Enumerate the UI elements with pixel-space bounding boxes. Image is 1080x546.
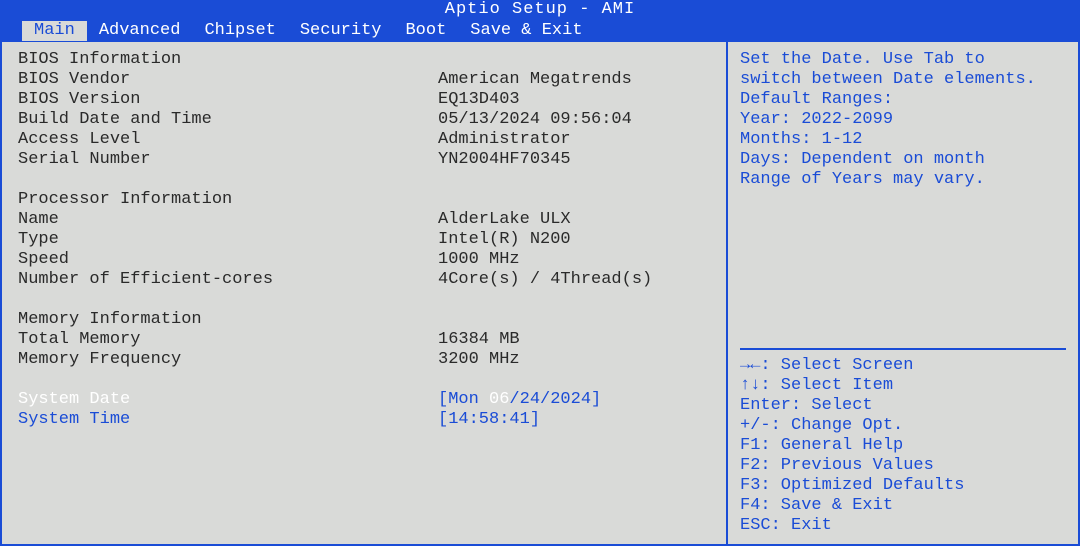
hint-f4: F4: Save & Exit xyxy=(740,496,1066,516)
system-date-row[interactable]: System Date [Mon 06/24/2024] xyxy=(18,390,710,410)
menu-bar: Main Advanced Chipset Security Boot Save… xyxy=(0,20,1080,42)
help-line: Range of Years may vary. xyxy=(740,170,1066,190)
system-date-label: System Date xyxy=(18,390,438,410)
menu-tab-boot[interactable]: Boot xyxy=(393,21,458,41)
help-line: Months: 1-12 xyxy=(740,130,1066,150)
body: BIOS Information BIOS Vendor American Me… xyxy=(0,42,1080,546)
build-date-row: Build Date and Time 05/13/2024 09:56:04 xyxy=(18,110,710,130)
help-line: Year: 2022-2099 xyxy=(740,110,1066,130)
system-time-value[interactable]: [14:58:41] xyxy=(438,410,540,430)
help-description: Set the Date. Use Tab to switch between … xyxy=(740,50,1066,190)
build-date-label: Build Date and Time xyxy=(18,110,438,130)
hint-select-item: ↑↓: Select Item xyxy=(740,376,1066,396)
hint-enter: Enter: Select xyxy=(740,396,1066,416)
mem-freq-value: 3200 MHz xyxy=(438,350,520,370)
proc-type-value: Intel(R) N200 xyxy=(438,230,571,250)
hint-select-screen: →←: Select Screen xyxy=(740,356,1066,376)
system-time-label: System Time xyxy=(18,410,438,430)
menu-tab-main[interactable]: Main xyxy=(22,21,87,41)
bios-vendor-row: BIOS Vendor American Megatrends xyxy=(18,70,710,90)
mem-total-row: Total Memory 16384 MB xyxy=(18,330,710,350)
menu-tab-chipset[interactable]: Chipset xyxy=(192,21,287,41)
main-panel: BIOS Information BIOS Vendor American Me… xyxy=(2,42,728,544)
proc-ecores-label: Number of Efficient-cores xyxy=(18,270,438,290)
help-panel: Set the Date. Use Tab to switch between … xyxy=(728,42,1078,544)
access-level-row: Access Level Administrator xyxy=(18,130,710,150)
mem-freq-row: Memory Frequency 3200 MHz xyxy=(18,350,710,370)
hint-f3: F3: Optimized Defaults xyxy=(740,476,1066,496)
help-line: switch between Date elements. xyxy=(740,70,1066,90)
access-level-label: Access Level xyxy=(18,130,438,150)
memory-info-header: Memory Information xyxy=(18,310,710,330)
proc-speed-value: 1000 MHz xyxy=(438,250,520,270)
serial-label: Serial Number xyxy=(18,150,438,170)
proc-name-value: AlderLake ULX xyxy=(438,210,571,230)
bios-screen: Aptio Setup - AMI Main Advanced Chipset … xyxy=(0,0,1080,546)
build-date-value: 05/13/2024 09:56:04 xyxy=(438,110,632,130)
serial-value: YN2004HF70345 xyxy=(438,150,571,170)
menu-tab-save-exit[interactable]: Save & Exit xyxy=(458,21,594,41)
proc-ecores-value: 4Core(s) / 4Thread(s) xyxy=(438,270,652,290)
bios-info-header: BIOS Information xyxy=(18,50,710,70)
app-title: Aptio Setup - AMI xyxy=(445,0,635,19)
hint-esc: ESC: Exit xyxy=(740,516,1066,536)
help-line: Days: Dependent on month xyxy=(740,150,1066,170)
spacer xyxy=(18,290,710,310)
help-keys: →←: Select Screen ↑↓: Select Item Enter:… xyxy=(740,348,1066,536)
processor-info-header: Processor Information xyxy=(18,190,710,210)
system-date-month-field[interactable]: 06 xyxy=(489,390,509,409)
mem-total-label: Total Memory xyxy=(18,330,438,350)
proc-name-row: Name AlderLake ULX xyxy=(18,210,710,230)
access-level-value: Administrator xyxy=(438,130,571,150)
proc-type-label: Type xyxy=(18,230,438,250)
spacer xyxy=(18,370,710,390)
mem-freq-label: Memory Frequency xyxy=(18,350,438,370)
serial-row: Serial Number YN2004HF70345 xyxy=(18,150,710,170)
hint-f1: F1: General Help xyxy=(740,436,1066,456)
mem-total-value: 16384 MB xyxy=(438,330,520,350)
system-date-value[interactable]: [Mon 06/24/2024] xyxy=(438,390,601,410)
help-line: Set the Date. Use Tab to xyxy=(740,50,1066,70)
title-bar: Aptio Setup - AMI xyxy=(0,0,1080,20)
menu-tab-security[interactable]: Security xyxy=(288,21,394,41)
proc-speed-label: Speed xyxy=(18,250,438,270)
bios-version-row: BIOS Version EQ13D403 xyxy=(18,90,710,110)
proc-ecores-row: Number of Efficient-cores 4Core(s) / 4Th… xyxy=(18,270,710,290)
help-line: Default Ranges: xyxy=(740,90,1066,110)
hint-change-opt: +/-: Change Opt. xyxy=(740,416,1066,436)
system-time-row[interactable]: System Time [14:58:41] xyxy=(18,410,710,430)
proc-name-label: Name xyxy=(18,210,438,230)
bios-vendor-label: BIOS Vendor xyxy=(18,70,438,90)
proc-type-row: Type Intel(R) N200 xyxy=(18,230,710,250)
bios-version-label: BIOS Version xyxy=(18,90,438,110)
bios-version-value: EQ13D403 xyxy=(438,90,520,110)
spacer xyxy=(18,170,710,190)
bios-vendor-value: American Megatrends xyxy=(438,70,632,90)
menu-tab-advanced[interactable]: Advanced xyxy=(87,21,193,41)
hint-f2: F2: Previous Values xyxy=(740,456,1066,476)
proc-speed-row: Speed 1000 MHz xyxy=(18,250,710,270)
